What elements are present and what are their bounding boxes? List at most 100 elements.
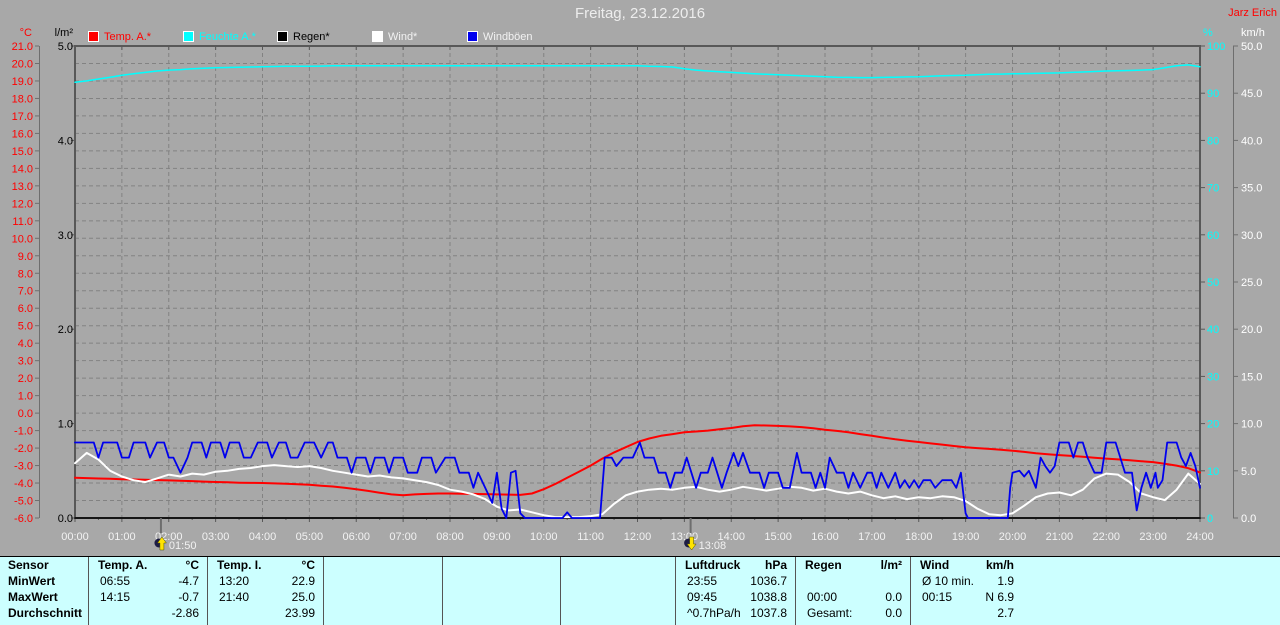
event-marker-time: 01:50: [169, 540, 197, 552]
table-row-label: Sensor: [8, 558, 49, 572]
time-tick-label: 07:00: [389, 531, 417, 543]
wind-tick-label: 0.0: [1241, 513, 1256, 525]
temp-tick-label: 3.0: [18, 356, 33, 368]
table-cell-value: 23.99: [284, 606, 315, 620]
time-tick-label: 19:00: [952, 531, 980, 543]
time-tick-label: 05:00: [296, 531, 324, 543]
table-cell-value: 1038.8: [750, 590, 787, 604]
table-cell-value: -4.7: [178, 574, 199, 588]
table-cell-value: 2.7: [997, 606, 1014, 620]
wind-tick-label: 40.0: [1241, 135, 1262, 147]
table-col-unit: °C: [301, 558, 315, 572]
temp-tick-label: 13.0: [12, 181, 33, 193]
table-divider: [442, 557, 443, 625]
time-tick-label: 09:00: [483, 531, 511, 543]
rain-tick-label: 0.0: [58, 513, 73, 525]
temp-tick-label: 4.0: [18, 338, 33, 350]
temp-tick-label: -4.0: [14, 478, 33, 490]
temp-tick-label: -1.0: [14, 426, 33, 438]
table-cell-value: 25.0: [291, 590, 315, 604]
humidity-tick-label: 50: [1207, 277, 1219, 289]
time-tick-label: 23:00: [1139, 531, 1167, 543]
temp-tick-label: 12.0: [12, 198, 33, 210]
time-tick-label: 12:00: [624, 531, 652, 543]
table-row-label: Durchschnitt: [8, 606, 83, 620]
table-row-label: MinWert: [8, 574, 56, 588]
time-tick-label: 04:00: [249, 531, 277, 543]
temp-tick-label: 2.0: [18, 373, 33, 385]
summary-table: Sensor MinWert MaxWert Durchschnitt Temp. A.…: [0, 556, 1280, 625]
temp-tick-label: -6.0: [14, 513, 33, 525]
time-tick-label: 10:00: [530, 531, 558, 543]
weather-app-window: Freitag, 23.12.2016 Jarz Erich °C l/m² %…: [0, 0, 1280, 625]
table-divider: [323, 557, 324, 625]
humidity-tick-label: 70: [1207, 183, 1219, 195]
table-col-unit: hPa: [764, 558, 787, 572]
temp-tick-label: 5.0: [18, 321, 33, 333]
temp-tick-label: -3.0: [14, 461, 33, 473]
event-marker-time: 13:08: [699, 540, 727, 552]
humidity-tick-label: 90: [1207, 88, 1219, 100]
temp-tick-label: 14.0: [12, 163, 33, 175]
time-tick-label: 08:00: [436, 531, 464, 543]
time-tick-label: 22:00: [1092, 531, 1120, 543]
table-cell-value: 1037.8: [750, 606, 787, 620]
rain-tick-label: 1.0: [58, 419, 73, 431]
temp-tick-label: 6.0: [18, 303, 33, 315]
wind-tick-label: 20.0: [1241, 324, 1262, 336]
wind-tick-label: 5.0: [1241, 466, 1256, 478]
temp-tick-label: 17.0: [12, 111, 33, 123]
temp-tick-label: 21.0: [12, 41, 33, 53]
wind-tick-label: 30.0: [1241, 230, 1262, 242]
table-col-unit: km/h: [985, 558, 1014, 572]
time-tick-label: 16:00: [811, 531, 839, 543]
time-tick-label: 13:00: [671, 531, 699, 543]
time-tick-label: 20:00: [999, 531, 1027, 543]
humidity-tick-label: 0: [1207, 513, 1213, 525]
wind-tick-label: 35.0: [1241, 183, 1262, 195]
table-cell-value: -2.86: [171, 606, 199, 620]
table-divider: [560, 557, 561, 625]
humidity-tick-label: 30: [1207, 371, 1219, 383]
temp-tick-label: 9.0: [18, 251, 33, 263]
temp-tick-label: 15.0: [12, 146, 33, 158]
temp-tick-label: 0.0: [18, 408, 33, 420]
table-cell-value: 0.0: [885, 590, 902, 604]
time-tick-label: 21:00: [1046, 531, 1074, 543]
time-tick-label: 00:00: [61, 531, 89, 543]
temp-tick-label: -5.0: [14, 496, 33, 508]
chart-plot-area[interactable]: 21.0 20.0 19.0 18.0 17.0 16.0 15.0 14.0 13.0 12.0…: [0, 0, 1280, 556]
temp-tick-label: 1.0: [18, 391, 33, 403]
temp-tick-label: 7.0: [18, 286, 33, 298]
table-cell-value: N 6.9: [985, 590, 1014, 604]
rain-tick-label: 5.0: [58, 41, 73, 53]
temp-tick-label: 19.0: [12, 76, 33, 88]
table-cell-value: 1036.7: [750, 574, 787, 588]
wind-tick-label: 50.0: [1241, 41, 1262, 53]
time-tick-label: 11:00: [577, 531, 604, 543]
temp-tick-label: 8.0: [18, 268, 33, 280]
table-cell-value: -0.7: [178, 590, 199, 604]
wind-tick-label: 45.0: [1241, 88, 1262, 100]
temp-tick-label: 18.0: [12, 93, 33, 105]
time-tick-label: 06:00: [342, 531, 370, 543]
temp-tick-label: 10.0: [12, 233, 33, 245]
wind-tick-label: 15.0: [1241, 371, 1262, 383]
rain-tick-label: 3.0: [58, 230, 73, 242]
time-tick-label: 17:00: [858, 531, 886, 543]
humidity-tick-label: 100: [1207, 41, 1225, 53]
rain-tick-label: 4.0: [58, 135, 73, 147]
table-cell-value: 22.9: [291, 574, 315, 588]
humidity-tick-label: 60: [1207, 230, 1219, 242]
table-col-unit: °C: [185, 558, 199, 572]
time-tick-label: 15:00: [764, 531, 792, 543]
wind-tick-label: 10.0: [1241, 419, 1262, 431]
wind-tick-label: 25.0: [1241, 277, 1262, 289]
temp-tick-label: -2.0: [14, 443, 33, 455]
temp-tick-label: 16.0: [12, 128, 33, 140]
table-col-unit: l/m²: [880, 558, 902, 572]
temp-tick-label: 20.0: [12, 58, 33, 70]
time-tick-label: 03:00: [202, 531, 230, 543]
humidity-tick-label: 80: [1207, 135, 1219, 147]
table-cell-value: 1.9: [997, 574, 1014, 588]
